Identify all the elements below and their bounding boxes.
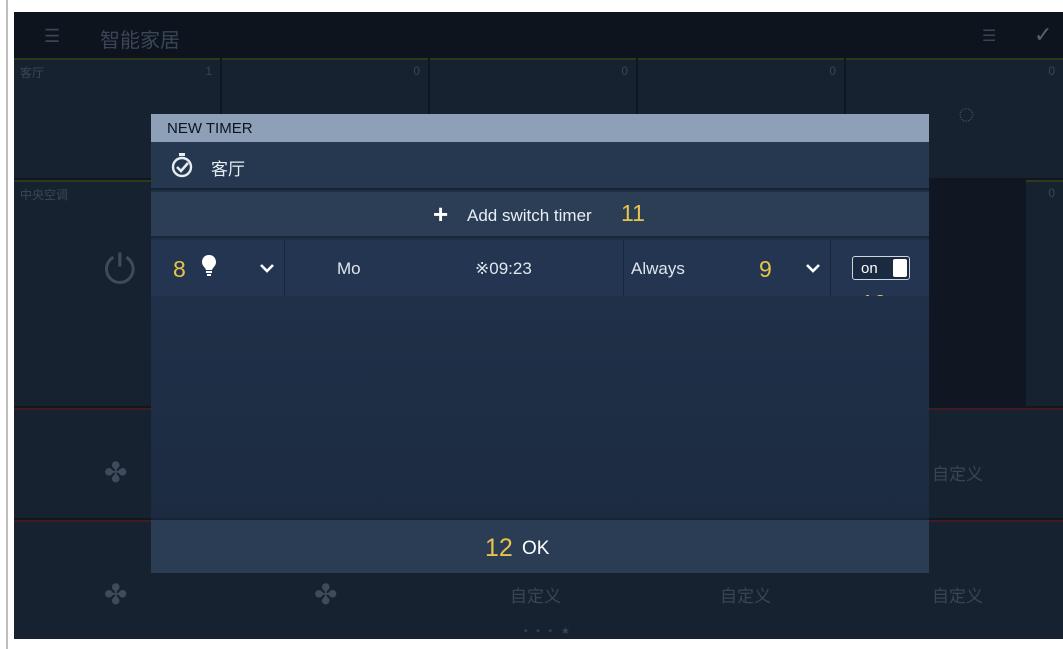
timer-card[interactable]: 0 — [1026, 180, 1063, 406]
app-header: ☰ 智能家居 ☰ ✓ — [14, 12, 1063, 58]
dialog-title-bar: NEW TIMER — [151, 114, 929, 142]
new-timer-dialog: NEW TIMER 客厅 + Add switch timer 11 8 Mo … — [151, 114, 929, 573]
callout-number: 12 — [485, 534, 513, 562]
room-card-count: 0 — [621, 64, 628, 78]
timer-row: 8 Mo ※09:23 Always 9 on — [151, 240, 929, 316]
fan-icon: ✤ — [104, 457, 128, 488]
timer-day[interactable]: Mo — [337, 259, 361, 279]
screenshot-frame: ☰ 智能家居 ☰ ✓ 客厅 1 0 0 0 0 ◌ 中央空调 ⏻ 0 ✤ 自定义… — [0, 0, 1063, 649]
bulb-icon[interactable] — [201, 254, 217, 278]
room-header: 客厅 — [151, 142, 929, 190]
timer-time[interactable]: ※09:23 — [475, 259, 532, 279]
custom-label: 自定义 — [932, 587, 983, 606]
power-icon: ⏻ — [104, 248, 136, 292]
timer-check-icon — [171, 153, 193, 178]
custom-label: 自定义 — [510, 587, 561, 606]
checkmark-icon[interactable]: ✓ — [1034, 22, 1052, 48]
fan-icon: ✤ — [314, 579, 338, 610]
callout-number: 9 — [759, 256, 772, 282]
chevron-down-icon[interactable] — [805, 260, 821, 276]
chevron-down-icon[interactable] — [259, 260, 275, 276]
add-switch-timer-button[interactable]: + Add switch timer 11 — [151, 192, 929, 238]
timer-repeat[interactable]: Always — [631, 259, 685, 279]
column-divider — [830, 240, 831, 296]
menu-icon[interactable]: ☰ — [44, 26, 60, 47]
timer-list-area — [151, 296, 929, 518]
on-off-switch[interactable]: on — [852, 256, 910, 280]
room-name: 客厅 — [211, 160, 245, 179]
callout-number: 8 — [173, 256, 186, 282]
plus-icon: + — [433, 199, 449, 229]
fan-icon: ✤ — [104, 579, 128, 610]
callout-number: 11 — [621, 200, 645, 226]
bulb-outline-icon: ◌ — [958, 98, 975, 129]
ok-label: OK — [522, 538, 550, 559]
room-card-label: 客厅 — [20, 66, 45, 80]
device-screen: ☰ 智能家居 ☰ ✓ 客厅 1 0 0 0 0 ◌ 中央空调 ⏻ 0 ✤ 自定义… — [14, 12, 1063, 639]
timer-card-count: 0 — [1048, 186, 1055, 200]
column-divider — [623, 240, 624, 296]
room-card-count: 0 — [413, 64, 420, 78]
ac-card-label: 中央空调 — [20, 188, 69, 202]
room-card-count: 1 — [205, 64, 212, 78]
column-divider — [284, 240, 285, 296]
room-card-count: 0 — [1048, 64, 1055, 78]
room-card-count: 0 — [829, 64, 836, 78]
custom-label: 自定义 — [720, 587, 771, 606]
dialog-title: NEW TIMER — [167, 120, 253, 137]
frame-border — [6, 0, 8, 649]
list-icon[interactable]: ☰ — [982, 26, 996, 46]
add-switch-timer-label: Add switch timer — [467, 206, 592, 225]
custom-label: 自定义 — [932, 465, 983, 484]
switch-knob — [893, 259, 907, 277]
ok-button[interactable]: 12 OK — [151, 518, 929, 573]
page-indicator[interactable]: • • • ★ — [524, 626, 573, 637]
app-title: 智能家居 — [100, 30, 180, 52]
switch-label: on — [861, 260, 878, 277]
